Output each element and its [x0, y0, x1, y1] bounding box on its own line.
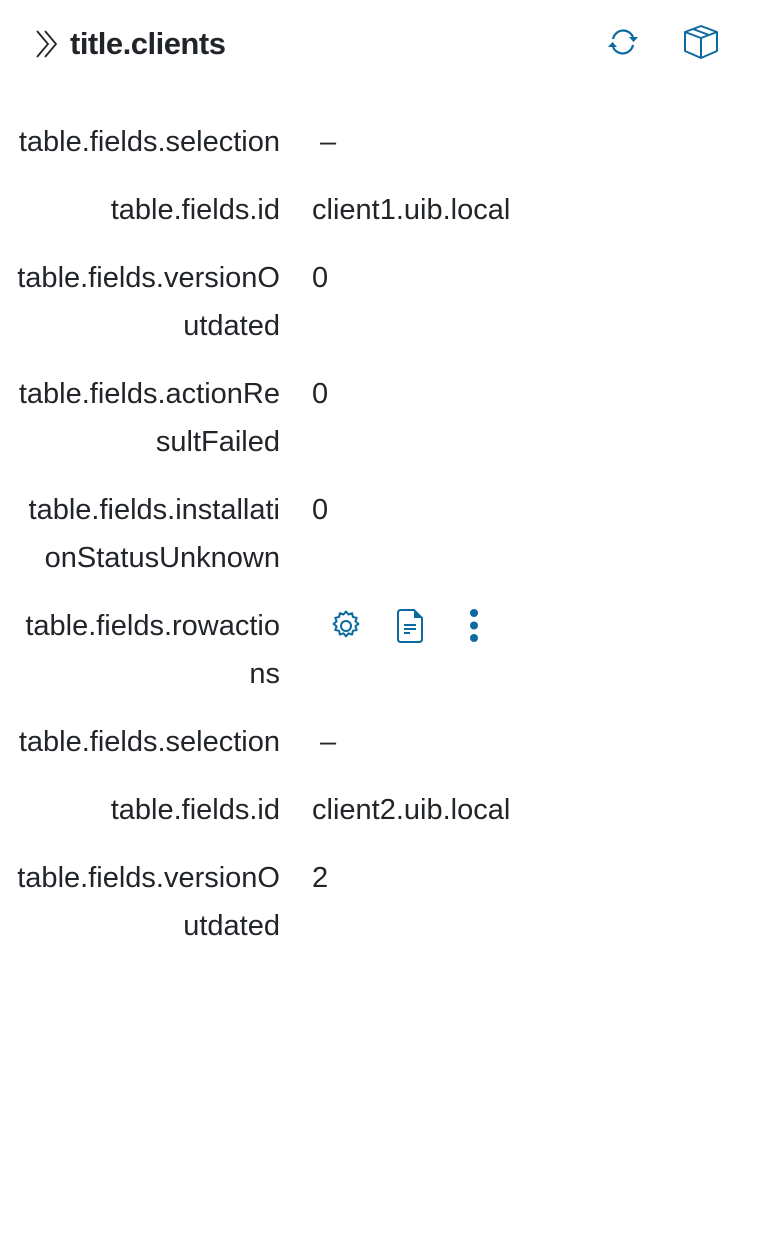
box-icon	[684, 25, 718, 59]
field-value: 2	[312, 862, 329, 894]
field-row: table.fields.installationStatusUnknown 0	[0, 486, 764, 582]
field-value: 0	[312, 262, 329, 294]
field-label: table.fields.installationStatusUnknown	[28, 494, 280, 574]
selection-checkbox[interactable]: –	[320, 718, 336, 766]
field-label: table.fields.rowactions	[25, 610, 280, 690]
field-label: table.fields.selection	[18, 726, 280, 758]
field-row: table.fields.id client2.uib.local	[0, 786, 764, 834]
box-button[interactable]	[681, 22, 721, 62]
config-button[interactable]	[326, 606, 366, 646]
log-button[interactable]	[390, 606, 430, 646]
field-value: client1.uib.local	[312, 194, 511, 226]
page-title: title.clients	[70, 26, 226, 61]
more-vertical-icon	[470, 609, 478, 642]
field-row: table.fields.selection –	[0, 718, 764, 766]
client-card-list: table.fields.selection – table.fields.id c…	[0, 118, 764, 970]
field-label: table.fields.id	[110, 194, 280, 226]
field-row: table.fields.id client1.uib.local	[0, 186, 764, 234]
more-button[interactable]	[454, 606, 494, 646]
field-row: table.fields.versionOutdated 2	[0, 854, 764, 950]
field-value: 0	[312, 378, 329, 410]
field-value: client2.uib.local	[312, 794, 511, 826]
field-label: table.fields.id	[110, 794, 280, 826]
field-row: table.fields.actionResultFailed 0	[0, 370, 764, 466]
field-label: table.fields.versionOutdated	[17, 262, 280, 342]
header: title.clients	[0, 0, 764, 88]
field-label: table.fields.actionResultFailed	[18, 378, 280, 458]
row-actions	[326, 602, 764, 650]
refresh-icon	[608, 29, 638, 55]
field-row: table.fields.versionOutdated 0	[0, 254, 764, 350]
gear-icon	[332, 610, 360, 638]
document-icon	[397, 609, 423, 643]
chevrons-right-icon[interactable]	[34, 28, 62, 60]
field-row: table.fields.selection –	[0, 118, 764, 166]
field-value: 0	[312, 494, 329, 526]
refresh-button[interactable]	[603, 22, 643, 62]
field-row: table.fields.rowactions	[0, 602, 764, 698]
selection-checkbox[interactable]: –	[320, 118, 336, 166]
field-label: table.fields.versionOutdated	[17, 862, 280, 942]
field-label: table.fields.selection	[18, 126, 280, 158]
